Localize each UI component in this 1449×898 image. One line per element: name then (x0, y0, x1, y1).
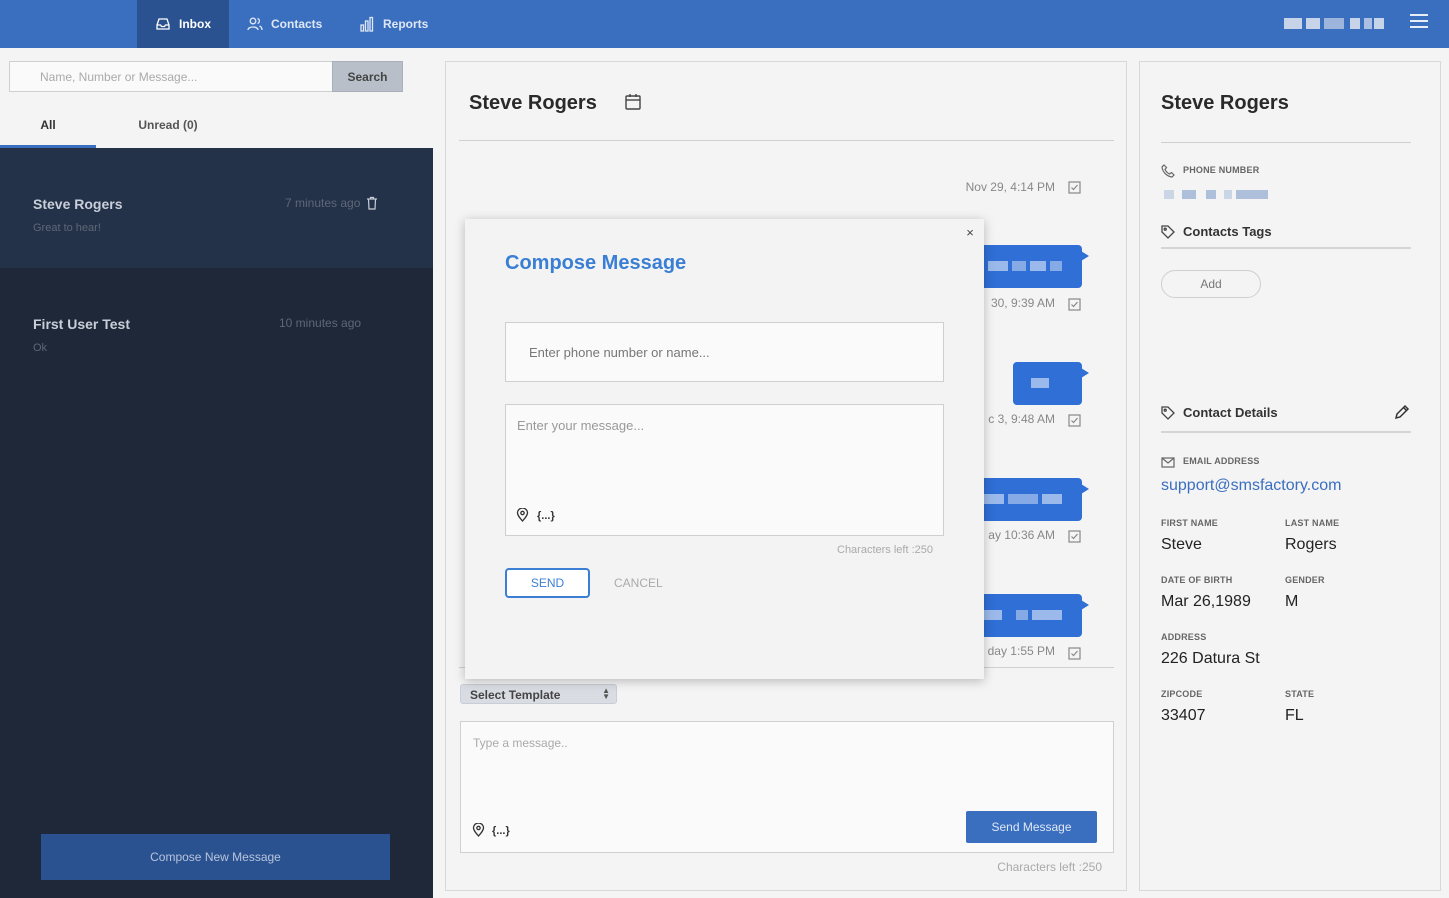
contacts-tags-heading: Contacts Tags (1183, 224, 1272, 239)
template-select[interactable]: Select Template ▲ ▼ (460, 684, 617, 704)
filter-tab-all[interactable]: All (0, 114, 96, 148)
checkbox-icon (1068, 181, 1081, 194)
address-value: 226 Datura St (1161, 650, 1260, 667)
template-select-value: Select Template (470, 688, 561, 702)
dob-value: Mar 26,1989 (1161, 593, 1251, 610)
gender-label: GENDER (1285, 575, 1325, 585)
state-label: STATE (1285, 689, 1315, 699)
state-value: FL (1285, 707, 1304, 724)
message-timestamp: day 1:55 PM (987, 644, 1055, 658)
nav-tab-contacts[interactable]: Contacts (229, 0, 340, 48)
tag-icon (1161, 225, 1175, 239)
message-bubble (974, 594, 1089, 637)
cancel-button[interactable]: CANCEL (614, 576, 663, 590)
conversation-item[interactable]: First User Test 10 minutes ago Ok (0, 268, 433, 388)
send-button[interactable]: SEND (505, 568, 590, 598)
compose-message-modal: × Compose Message Enter your message... … (465, 219, 984, 679)
gender-value: M (1285, 593, 1299, 610)
nav-tab-label: Inbox (179, 17, 211, 31)
filter-tab-unread[interactable]: Unread (0) (120, 114, 216, 148)
conversation-list: Steve Rogers 7 minutes ago Great to hear… (0, 148, 433, 898)
message-timestamp: c 3, 9:48 AM (988, 412, 1055, 426)
insert-variable-button[interactable]: {...} (492, 825, 510, 837)
top-navigation-bar: Inbox Contacts Reports (0, 0, 1449, 48)
checkbox-icon (1068, 530, 1081, 543)
modal-title: Compose Message (505, 252, 687, 274)
first-name-label: FIRST NAME (1161, 518, 1218, 528)
last-name-label: LAST NAME (1285, 518, 1340, 528)
phone-label: PHONE NUMBER (1183, 165, 1260, 175)
message-input-placeholder: Type a message.. (473, 736, 568, 750)
inbox-search-area: Search All Unread (0) (0, 48, 433, 148)
location-pin-icon[interactable] (472, 823, 485, 837)
nav-tab-label: Reports (383, 17, 429, 31)
user-account-name-redacted[interactable] (1284, 18, 1384, 29)
message-timestamp: 30, 9:39 AM (990, 296, 1055, 310)
email-label: EMAIL ADDRESS (1183, 456, 1260, 466)
conversation-item[interactable]: Steve Rogers 7 minutes ago Great to hear… (0, 148, 433, 268)
conversation-search-input[interactable] (9, 61, 333, 92)
conversation-preview: Great to hear! (33, 222, 101, 234)
phone-icon (1161, 164, 1175, 178)
message-bubble (974, 245, 1089, 288)
checkbox-icon (1068, 414, 1081, 427)
calendar-icon[interactable] (624, 93, 642, 111)
edit-pencil-icon[interactable] (1394, 404, 1410, 420)
last-name-value: Rogers (1285, 536, 1337, 553)
inbox-icon (156, 18, 170, 30)
trash-icon[interactable] (366, 196, 378, 210)
conversation-preview: Ok (33, 342, 48, 354)
search-button[interactable]: Search (332, 61, 403, 92)
contact-details-heading: Contact Details (1183, 405, 1278, 420)
divider (1161, 247, 1411, 249)
close-icon[interactable]: × (964, 226, 976, 239)
conversation-time: 7 minutes ago (285, 196, 361, 210)
nav-tab-reports[interactable]: Reports (341, 0, 446, 48)
nav-tab-inbox[interactable]: Inbox (137, 0, 229, 48)
divider (1161, 431, 1411, 433)
zipcode-value: 33407 (1161, 707, 1206, 724)
mail-icon (1161, 457, 1175, 468)
modal-characters-left: Characters left :250 (837, 544, 933, 556)
message-input-area[interactable]: Type a message.. {...} Send Message (460, 721, 1114, 853)
email-value[interactable]: support@smsfactory.com (1161, 477, 1341, 495)
message-bubble (974, 478, 1089, 521)
message-bubble (1013, 362, 1089, 405)
conversation-name: Steve Rogers (33, 196, 123, 212)
nav-tab-label: Contacts (271, 17, 323, 31)
sort-arrows-icon: ▲ ▼ (602, 686, 610, 701)
hamburger-menu-icon[interactable] (1410, 14, 1428, 28)
divider (459, 140, 1114, 141)
address-label: ADDRESS (1161, 632, 1207, 642)
zipcode-label: ZIPCODE (1161, 689, 1203, 699)
add-tag-button[interactable]: Add (1161, 270, 1261, 298)
tag-icon (1161, 406, 1175, 420)
location-pin-icon[interactable] (516, 508, 529, 522)
characters-left: Characters left :250 (997, 860, 1102, 874)
recipient-input[interactable] (505, 322, 944, 382)
conversation-name: First User Test (33, 316, 130, 332)
conversation-title: Steve Rogers (469, 92, 597, 114)
insert-variable-button[interactable]: {...} (537, 510, 555, 522)
bar-chart-icon (360, 16, 374, 32)
checkbox-icon (1068, 298, 1081, 311)
conversation-time: 10 minutes ago (279, 316, 362, 330)
checkbox-icon (1068, 647, 1081, 660)
message-timestamp: Nov 29, 4:14 PM (965, 180, 1055, 194)
first-name-value: Steve (1161, 536, 1202, 553)
users-icon (247, 17, 263, 31)
modal-message-input[interactable]: Enter your message... {...} (505, 404, 944, 536)
contact-details-panel: Steve Rogers PHONE NUMBER Contacts Tags … (1139, 61, 1441, 891)
contact-name: Steve Rogers (1161, 92, 1289, 114)
send-message-button[interactable]: Send Message (966, 811, 1097, 843)
phone-number-redacted (1164, 190, 1268, 199)
compose-new-message-button[interactable]: Compose New Message (41, 834, 390, 880)
divider (1161, 142, 1411, 143)
message-timestamp: ay 10:36 AM (988, 528, 1055, 542)
dob-label: DATE OF BIRTH (1161, 575, 1233, 585)
modal-message-placeholder: Enter your message... (517, 418, 645, 433)
